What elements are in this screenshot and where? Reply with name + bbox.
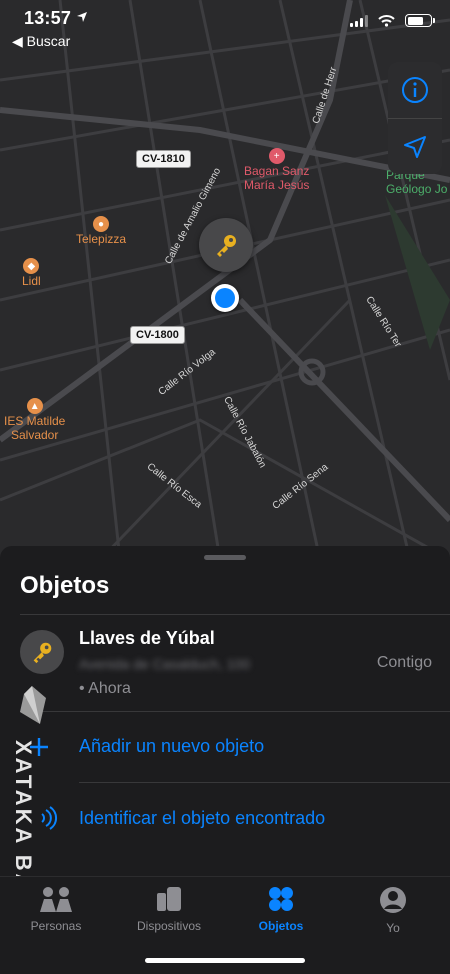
cellular-signal-icon: [350, 14, 368, 27]
key-icon: [33, 642, 52, 664]
xataka-logo: [20, 686, 46, 724]
item-status: Contigo: [376, 654, 432, 671]
back-to-search-link[interactable]: ◀ Buscar: [12, 33, 70, 50]
person-icon: [380, 887, 406, 913]
map-streets: [0, 0, 450, 560]
home-indicator[interactable]: [145, 958, 305, 963]
item-name: Llaves de Yúbal: [79, 628, 215, 648]
track-location-button[interactable]: [388, 118, 442, 174]
add-object-label: Añadir un nuevo objeto: [79, 736, 265, 756]
location-arrow-icon: [404, 135, 426, 158]
map-view[interactable]: CV-1810 CV-1800 ● Telepizza ◆ Lidl + Bag…: [0, 0, 450, 560]
poi-ies[interactable]: ▲ IES Matilde Salvador: [4, 398, 65, 442]
poi-lidl[interactable]: ◆ Lidl: [22, 258, 41, 288]
current-location-dot: [211, 284, 239, 312]
info-icon: [402, 77, 428, 103]
location-arrow-icon: [77, 12, 87, 22]
medical-icon: +: [268, 148, 285, 164]
divider: [79, 782, 450, 783]
tab-label: Yo: [386, 921, 400, 935]
map-info-button[interactable]: [388, 62, 442, 118]
road-badge-cv1800: CV-1800: [130, 326, 185, 344]
road-badge-cv1810: CV-1810: [136, 150, 191, 168]
item-time: • Ahora: [79, 680, 131, 697]
tab-label: Personas: [30, 919, 82, 933]
tab-personas[interactable]: Personas: [6, 885, 106, 933]
divider: [20, 711, 450, 712]
identify-object-label: Identificar el objeto encontrado: [79, 808, 326, 828]
clock: 13:57: [24, 8, 72, 28]
poi-telepizza[interactable]: ● Telepizza: [76, 216, 126, 246]
restaurant-icon: ●: [93, 216, 110, 232]
devices-icon: [157, 887, 181, 911]
sheet-grabber[interactable]: [204, 555, 246, 560]
objects-icon: [269, 887, 293, 911]
tab-label: Objetos: [258, 919, 304, 933]
key-map-pin[interactable]: [199, 218, 253, 272]
shopping-cart-icon: ◆: [23, 258, 40, 274]
tab-objetos[interactable]: Objetos: [231, 885, 331, 933]
wifi-icon: [378, 14, 395, 27]
divider: [20, 614, 450, 615]
tab-dispositivos[interactable]: Dispositivos: [119, 885, 219, 933]
status-bar: 13:57 ◀ Buscar: [0, 0, 450, 56]
map-controls: [388, 62, 442, 174]
item-address: Avenida de Casalduch, 100: [79, 656, 250, 672]
key-icon: [217, 235, 236, 257]
poi-bagan[interactable]: + Bagan Sanz María Jesús: [244, 148, 309, 192]
tab-yo[interactable]: Yo: [343, 885, 443, 935]
school-icon: ▲: [26, 398, 43, 414]
item-avatar: [20, 630, 64, 674]
sheet-title: Objetos: [20, 572, 110, 599]
tab-label: Dispositivos: [136, 919, 202, 933]
battery-icon: [405, 14, 435, 27]
people-icon: [40, 887, 72, 912]
